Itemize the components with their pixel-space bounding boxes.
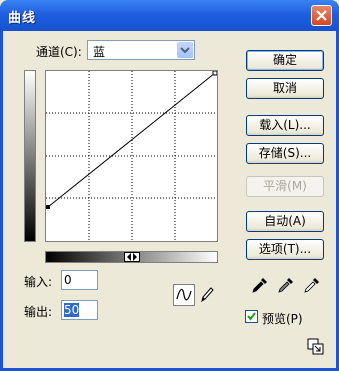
curve-point-end[interactable]	[212, 71, 217, 76]
title-bar: 曲线	[0, 0, 339, 31]
channel-label: 通道(C):	[36, 45, 82, 59]
window-frame-left	[0, 31, 3, 371]
input-value: 0	[64, 273, 72, 287]
checkmark-icon	[247, 312, 256, 321]
channel-value: 蓝	[93, 45, 106, 59]
output-value: 50	[64, 303, 80, 317]
expand-button[interactable]	[307, 338, 329, 360]
pencil-tool-icon	[201, 287, 214, 303]
input-field[interactable]: 0	[61, 270, 98, 290]
options-button[interactable]: 选项(T)...	[246, 239, 324, 260]
window-title: 曲线	[8, 11, 37, 26]
output-label: 输出:	[24, 305, 53, 319]
close-button[interactable]	[311, 5, 332, 26]
pencil-tool-button[interactable]	[197, 284, 219, 306]
gray-eyedropper-icon	[278, 278, 293, 293]
white-eyedropper-button[interactable]	[302, 275, 322, 295]
preview-label[interactable]: 预览(P)	[262, 310, 303, 327]
curve-graph[interactable]	[45, 70, 218, 242]
cancel-button[interactable]: 取消	[246, 78, 324, 99]
smooth-button[interactable]: 平滑(M)	[246, 176, 324, 197]
black-eyedropper-button[interactable]	[250, 275, 270, 295]
channel-select[interactable]: 蓝	[87, 40, 195, 60]
black-eyedropper-icon	[252, 278, 267, 293]
curve-line[interactable]	[47, 72, 216, 208]
input-label: 输入:	[24, 275, 53, 289]
auto-button[interactable]: 自动(A)	[246, 211, 324, 232]
curve-tool-button[interactable]	[173, 284, 195, 306]
gradient-toggle-button[interactable]	[124, 252, 140, 262]
preview-checkbox[interactable]	[245, 310, 258, 323]
grid-lines	[46, 71, 217, 241]
close-icon	[316, 10, 327, 21]
white-eyedropper-icon	[304, 278, 319, 293]
save-button[interactable]: 存储(S)...	[246, 143, 324, 164]
toggle-arrows-icon	[127, 253, 137, 261]
curve-tool-icon	[176, 288, 192, 301]
curve-point-start[interactable]	[46, 205, 50, 209]
output-gradient-bar	[24, 70, 36, 242]
load-button[interactable]: 载入(L)...	[246, 115, 324, 136]
output-field[interactable]: 50	[61, 300, 98, 320]
ok-button[interactable]: 确定	[246, 50, 324, 71]
gray-eyedropper-button[interactable]	[276, 275, 296, 295]
dropdown-arrow-icon[interactable]	[177, 42, 193, 58]
expand-icon	[307, 338, 324, 355]
